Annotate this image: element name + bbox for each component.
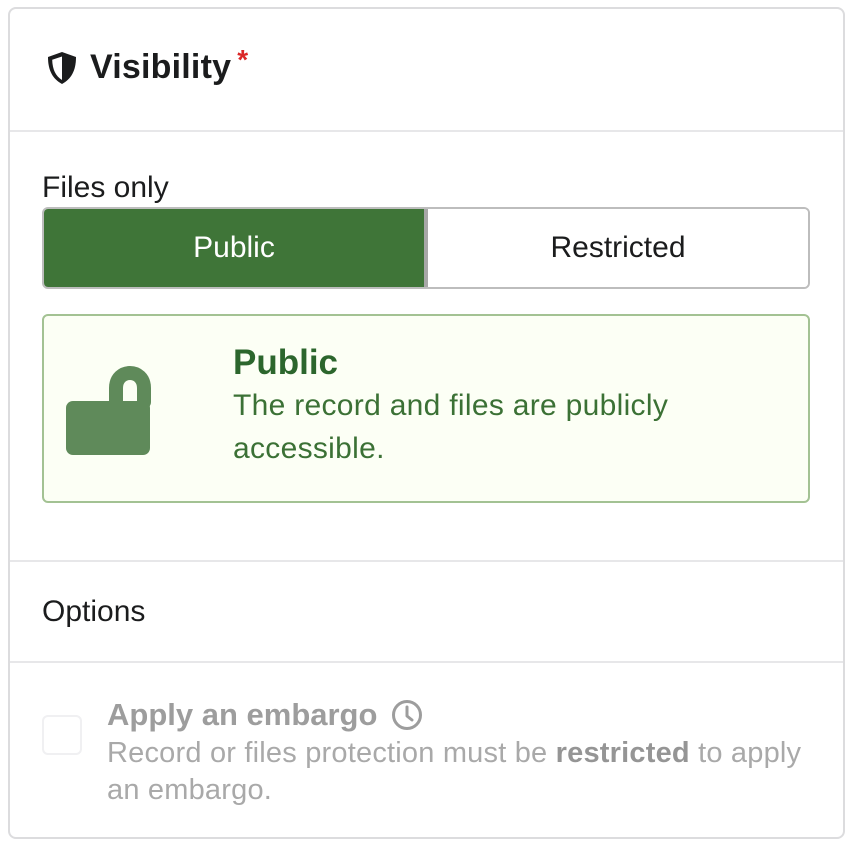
status-text: Public The record and files are publicly…	[233, 342, 788, 470]
visibility-card: Visibility * Files only Public Restricte…	[8, 7, 845, 839]
card-header: Visibility *	[10, 9, 843, 132]
visibility-toggle: Public Restricted	[42, 207, 810, 289]
embargo-checkbox[interactable]	[42, 715, 82, 755]
access-section: Files only Public Restricted Public The …	[10, 132, 843, 562]
files-only-label: Files only	[42, 171, 169, 204]
options-title: Options	[42, 594, 146, 628]
required-marker: *	[237, 43, 249, 75]
embargo-label[interactable]: Apply an embargo	[107, 697, 377, 733]
embargo-description-start: Record or files protection must be	[107, 737, 556, 769]
status-message: Public The record and files are publicly…	[42, 314, 810, 503]
restricted-button[interactable]: Restricted	[428, 209, 808, 287]
status-description: The record and files are publicly access…	[233, 389, 669, 465]
public-button[interactable]: Public	[44, 209, 428, 287]
embargo-section: Apply an embargo Record or files protect…	[10, 663, 843, 833]
clock-icon	[392, 700, 423, 730]
embargo-description: Record or files protection must be restr…	[107, 735, 813, 809]
embargo-label-row: Apply an embargo	[107, 695, 813, 735]
embargo-description-bold: restricted	[555, 737, 690, 769]
options-header: Options	[10, 562, 843, 663]
embargo-text: Apply an embargo Record or files protect…	[107, 695, 813, 809]
shield-icon	[48, 51, 76, 84]
status-title: Public	[233, 343, 339, 382]
unlock-icon	[66, 366, 151, 455]
page-title: Visibility	[90, 48, 232, 86]
